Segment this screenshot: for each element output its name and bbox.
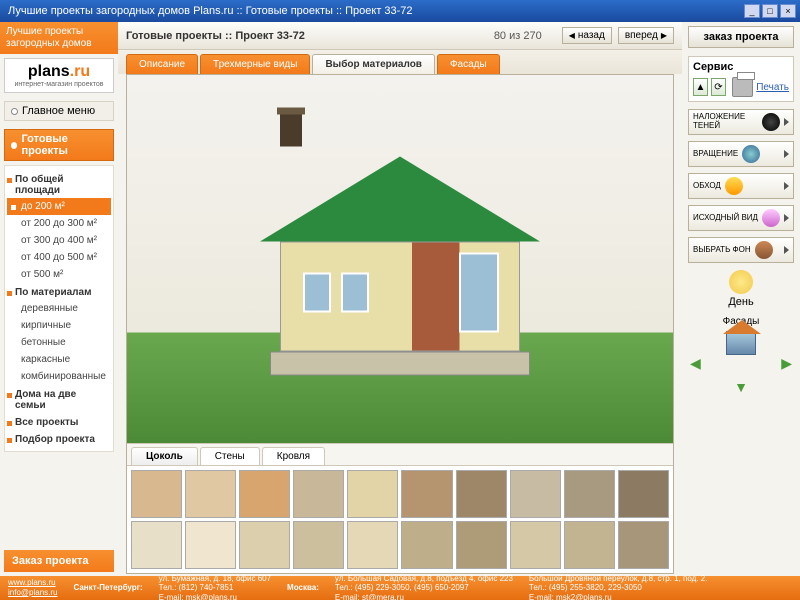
tab-description[interactable]: Описание: [126, 54, 198, 74]
swatch-19[interactable]: [618, 521, 669, 569]
facade-nav: Фасады ▲ ◀ ▶ ▼: [686, 316, 796, 391]
breadcrumb: Готовые проекты :: Проект 33-72: [126, 30, 488, 42]
mat-filter-1[interactable]: кирпичные: [7, 317, 111, 334]
footer-site-link[interactable]: www.plans.ru: [8, 578, 56, 587]
tab-materials[interactable]: Выбор материалов: [312, 54, 435, 74]
house-render[interactable]: [127, 75, 673, 443]
mat-filter-4[interactable]: комбинированные: [7, 368, 111, 385]
tool-walk[interactable]: ОБХОД: [688, 173, 794, 199]
order-project-button[interactable]: заказ проекта: [688, 26, 794, 48]
tool-shadows[interactable]: НАЛОЖЕНИЕ ТЕНЕЙ: [688, 109, 794, 135]
window-titlebar: Лучшие проекты загородных домов Plans.ru…: [0, 0, 800, 22]
maximize-button[interactable]: □: [762, 4, 778, 18]
area-filter-0[interactable]: до 200 м²: [7, 198, 111, 215]
swatch-10[interactable]: [131, 521, 182, 569]
right-sidebar: заказ проекта Сервис ▲ ⟳ Печать НАЛОЖЕНИ…: [682, 22, 800, 576]
swatch-7[interactable]: [510, 470, 561, 518]
footer: www.plans.ru info@plans.ru Санкт-Петербу…: [0, 576, 800, 600]
stage: Цоколь Стены Кровля: [126, 74, 674, 574]
swatch-17[interactable]: [510, 521, 561, 569]
main-column: Готовые проекты :: Проект 33-72 80 из 27…: [118, 22, 682, 576]
tab-3d-views[interactable]: Трехмерные виды: [200, 54, 310, 74]
service-label: Сервис: [693, 61, 733, 73]
swatch-1[interactable]: [185, 470, 236, 518]
nav-all-projects[interactable]: Все проекты: [7, 413, 111, 430]
arrow-right-icon[interactable]: ▶: [781, 355, 792, 372]
reset-icon: [762, 209, 780, 227]
print-link[interactable]: Печать: [756, 82, 789, 93]
swatch-11[interactable]: [185, 521, 236, 569]
nav-main-menu[interactable]: Главное меню: [4, 101, 114, 121]
swatch-3[interactable]: [293, 470, 344, 518]
window-icon: [459, 253, 499, 333]
nav-order-project[interactable]: Заказ проекта: [4, 550, 114, 572]
swatch-12[interactable]: [239, 521, 290, 569]
swatch-4[interactable]: [347, 470, 398, 518]
forward-button[interactable]: вперед▶: [618, 27, 674, 44]
logo: plans.ru интернет-магазин проектов: [4, 58, 114, 93]
swatch-0[interactable]: [131, 470, 182, 518]
tool-background[interactable]: ВЫБРАТЬ ФОН: [688, 237, 794, 263]
swatch-8[interactable]: [564, 470, 615, 518]
swatch-14[interactable]: [347, 521, 398, 569]
swatch-18[interactable]: [564, 521, 615, 569]
swatch-grid: [127, 465, 673, 573]
arrow-left-icon[interactable]: ◀: [690, 355, 701, 372]
swatch-15[interactable]: [401, 521, 452, 569]
left-sidebar: Лучшие проекты загородных домов plans.ru…: [0, 22, 118, 576]
printer-icon: [732, 77, 753, 97]
rotate-icon: [742, 145, 760, 163]
window-icon: [341, 273, 369, 313]
window-title: Лучшие проекты загородных домов Plans.ru…: [4, 5, 742, 17]
mat-filter-2[interactable]: бетонные: [7, 334, 111, 351]
viewer: Цоколь Стены Кровля: [127, 75, 673, 573]
tool-reset[interactable]: ИСХОДНЫЙ ВИД: [688, 205, 794, 231]
swatch-13[interactable]: [293, 521, 344, 569]
arrow-down-icon[interactable]: ▼: [734, 379, 748, 395]
mtab-base[interactable]: Цоколь: [131, 447, 198, 465]
minimize-button[interactable]: _: [744, 4, 760, 18]
walk-icon: [725, 177, 743, 195]
swatch-16[interactable]: [456, 521, 507, 569]
mtab-walls[interactable]: Стены: [200, 447, 260, 465]
area-filter-4[interactable]: от 500 м²: [7, 266, 111, 283]
tab-facades[interactable]: Фасады: [437, 54, 500, 74]
mtab-roof[interactable]: Кровля: [262, 447, 325, 465]
view-tabs: Описание Трехмерные виды Выбор материало…: [118, 50, 682, 74]
service-panel: Сервис ▲ ⟳ Печать: [688, 56, 794, 102]
window-icon: [303, 273, 331, 313]
day-toggle[interactable]: День: [686, 270, 796, 308]
subheader-area: По общей площади: [7, 170, 111, 198]
subheader-materials: По материалам: [7, 283, 111, 300]
tool-rotate[interactable]: ВРАЩЕНИЕ: [688, 141, 794, 167]
submenu-ready: По общей площади до 200 м² от 200 до 300…: [4, 165, 114, 452]
service-btn-a[interactable]: ▲: [693, 78, 708, 96]
chimney-icon: [280, 115, 302, 147]
area-filter-2[interactable]: от 300 до 400 м²: [7, 232, 111, 249]
mat-filter-3[interactable]: каркасные: [7, 351, 111, 368]
position-counter: 80 из 270: [494, 30, 542, 42]
nav-pick-project[interactable]: Подбор проекта: [7, 430, 111, 447]
swatch-5[interactable]: [401, 470, 452, 518]
shadow-icon: [762, 113, 780, 131]
close-button[interactable]: ×: [780, 4, 796, 18]
sun-icon: [729, 270, 753, 294]
house-icon[interactable]: [726, 331, 756, 355]
mat-filter-0[interactable]: деревянные: [7, 300, 111, 317]
material-tabs: Цоколь Стены Кровля: [127, 443, 673, 465]
area-filter-3[interactable]: от 400 до 500 м²: [7, 249, 111, 266]
nav-ready-projects[interactable]: Готовые проекты: [4, 129, 114, 161]
swatch-6[interactable]: [456, 470, 507, 518]
swatch-2[interactable]: [239, 470, 290, 518]
breadcrumb-bar: Готовые проекты :: Проект 33-72 80 из 27…: [118, 22, 682, 50]
bg-icon: [755, 241, 773, 259]
footer-email-link[interactable]: info@plans.ru: [8, 588, 57, 597]
brand-banner: Лучшие проекты загородных домов: [0, 22, 118, 54]
swatch-9[interactable]: [618, 470, 669, 518]
nav-two-family[interactable]: Дома на две семьи: [7, 385, 111, 413]
back-button[interactable]: ◀назад: [562, 27, 612, 44]
service-btn-b[interactable]: ⟳: [711, 78, 726, 96]
area-filter-1[interactable]: от 200 до 300 м²: [7, 215, 111, 232]
